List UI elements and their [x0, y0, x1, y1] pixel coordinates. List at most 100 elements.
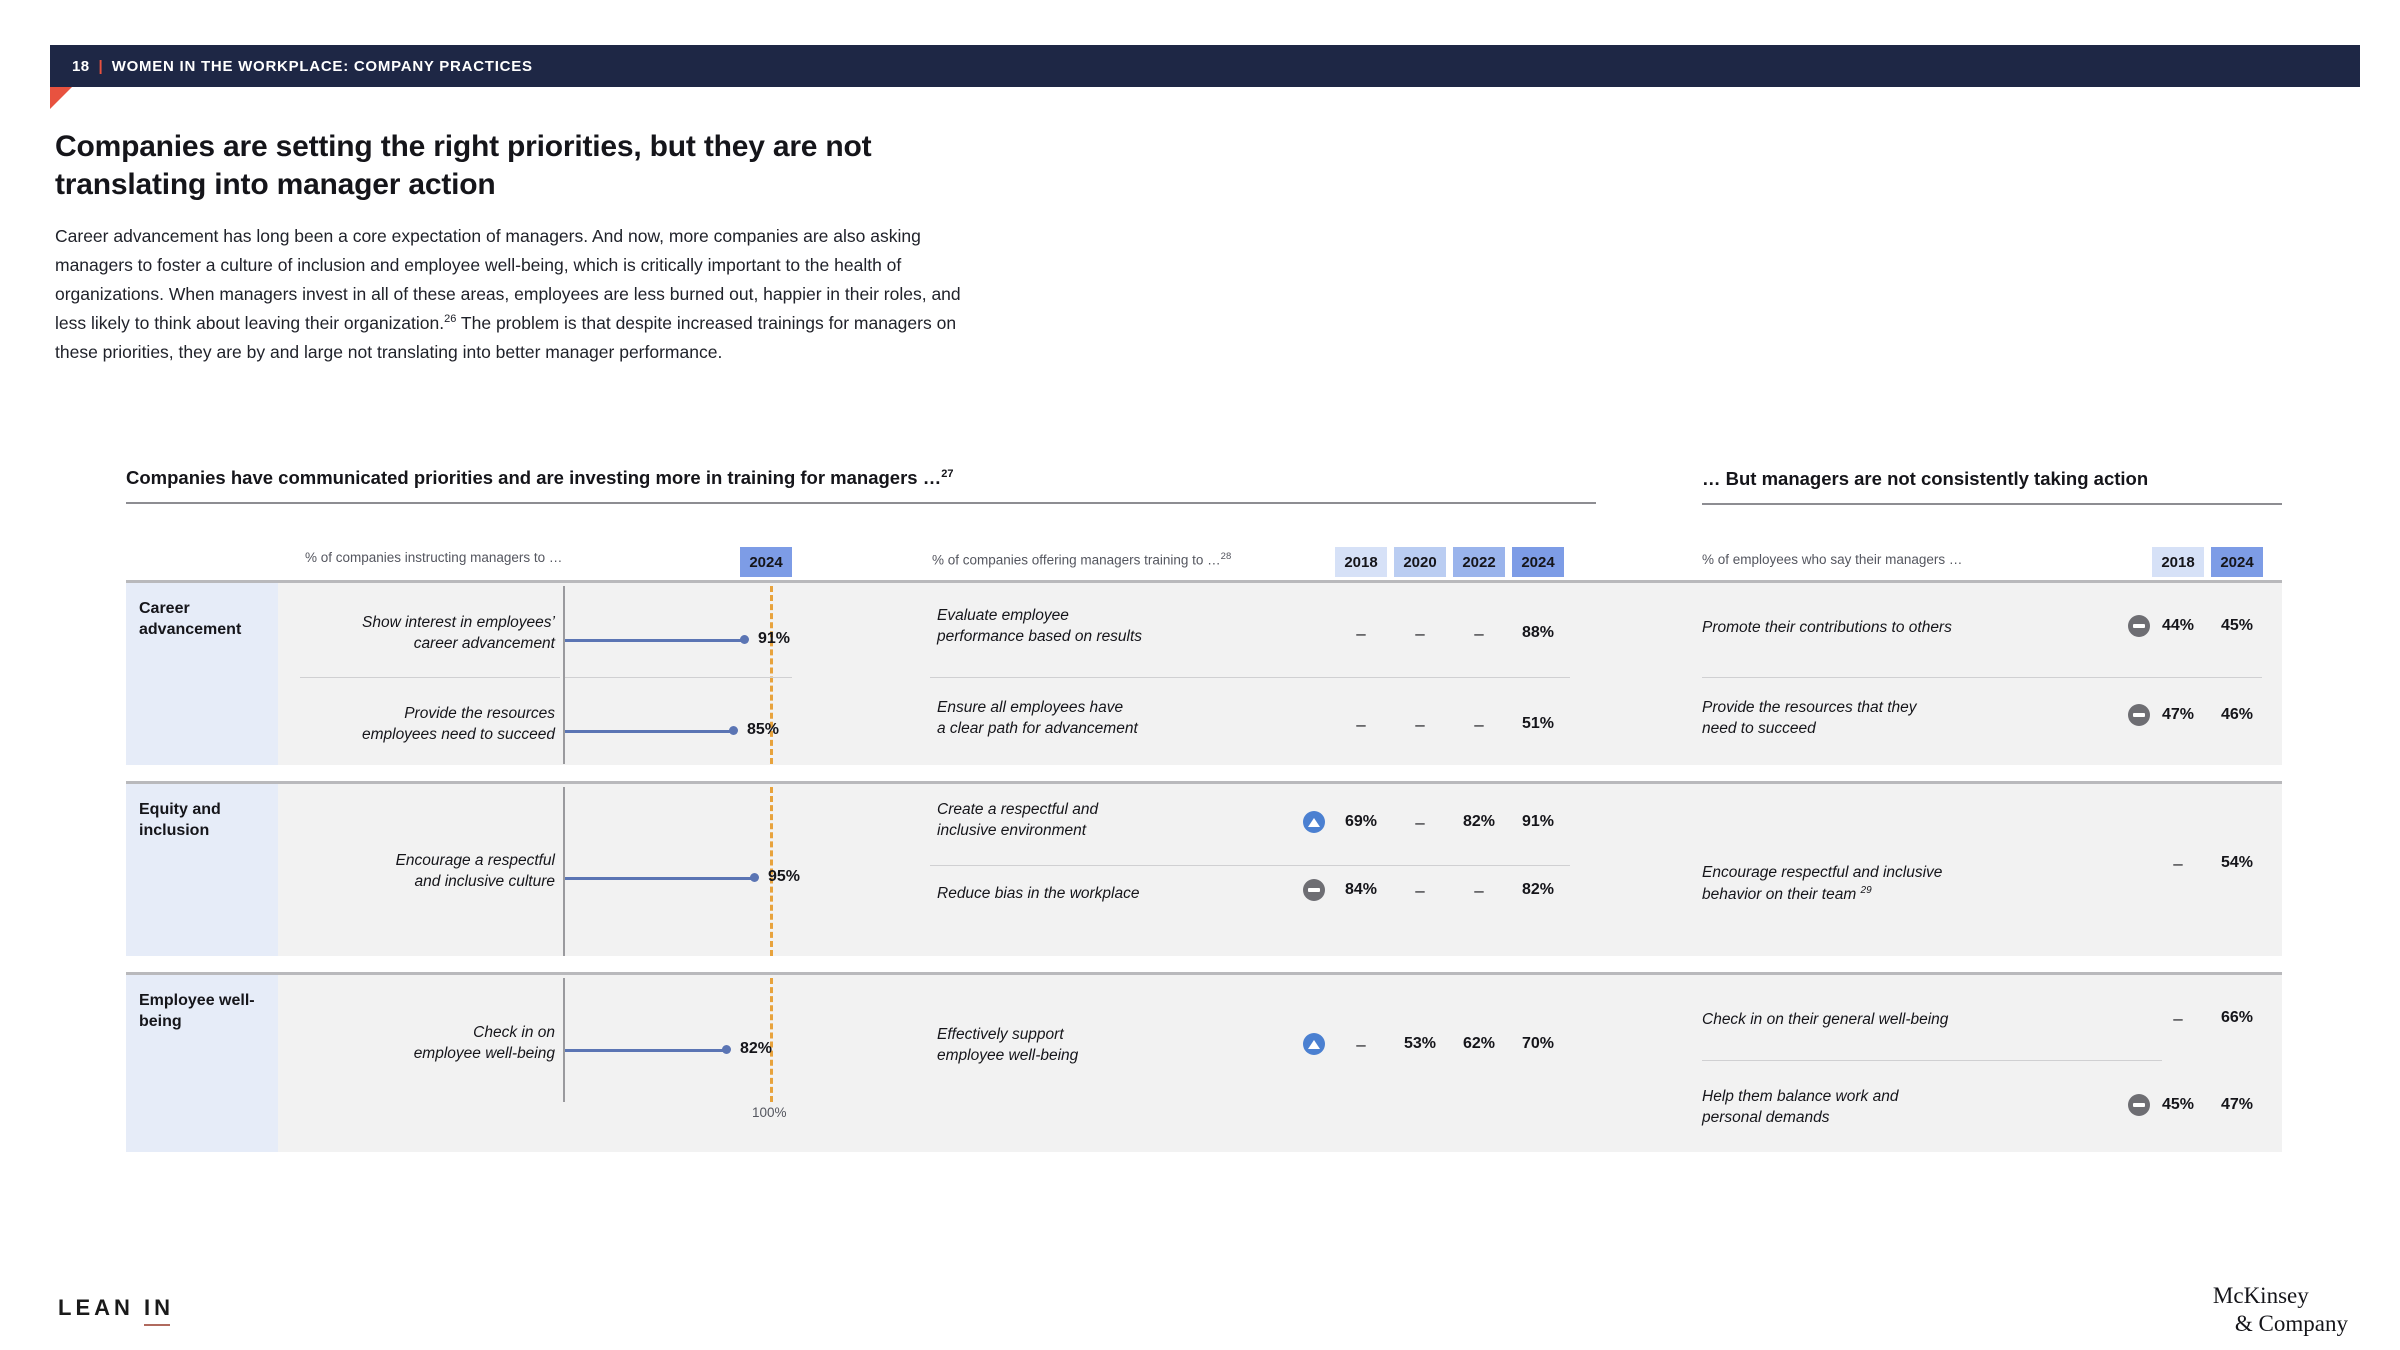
training-label-2: Ensure all employees have a clear path f…: [937, 698, 1257, 740]
training-value-2-2024: 51%: [1512, 715, 1564, 733]
chart-axis-line-3: [563, 978, 565, 1102]
left-section-title: Companies have communicated priorities a…: [126, 467, 953, 489]
right-section-title: … But managers are not consistently taki…: [1702, 468, 2148, 490]
right-section-rule: [1702, 503, 2282, 505]
bar-endpoint-1: [740, 635, 749, 644]
training-value-5-2024: 70%: [1512, 1035, 1564, 1053]
year-badge-training-2018: 2018: [1335, 547, 1387, 577]
action-label-2: Provide the resources that they need to …: [1702, 698, 2132, 740]
action-value-3-2018: –: [2152, 854, 2204, 874]
bar-endpoint-2: [729, 726, 738, 735]
action-value-4-2024: 66%: [2211, 1009, 2263, 1027]
training-value-1-2024: 88%: [1512, 624, 1564, 642]
row-divider-mid-2: [930, 865, 1570, 866]
training-value-2-2020: –: [1394, 715, 1446, 735]
training-value-5-2020: 53%: [1394, 1035, 1446, 1053]
mckinsey-logo: McKinsey & Company: [2213, 1282, 2348, 1338]
reference-line-label: 100%: [752, 1105, 787, 1120]
category-label-text: Career advancement: [139, 599, 269, 641]
instructing-label-1: Show interest in employees’ career advan…: [300, 613, 555, 655]
bar-2: [565, 730, 733, 733]
training-value-3-2022: 82%: [1453, 813, 1505, 831]
action-label-3-text: Encourage respectful and inclusive behav…: [1702, 864, 1942, 903]
trend-indicator-flat-icon-a5: [2128, 1094, 2150, 1116]
training-value-4-2018: 84%: [1335, 881, 1387, 899]
action-value-3-2024: 54%: [2211, 854, 2263, 872]
left-section-title-text: Companies have communicated priorities a…: [126, 467, 941, 488]
training-value-2-2018: –: [1335, 715, 1387, 735]
year-badge-training-2020: 2020: [1394, 547, 1446, 577]
chart-axis-line-1: [563, 586, 565, 764]
instructing-caption: % of companies instructing managers to …: [305, 550, 562, 565]
left-section-title-footnote: 27: [941, 468, 953, 480]
manager-action-caption: % of employees who say their managers …: [1702, 552, 1962, 567]
instructing-label-2: Provide the resources employees need to …: [300, 704, 555, 746]
mckinsey-logo-line2: & Company: [2213, 1310, 2348, 1338]
training-label-4: Reduce bias in the workplace: [937, 884, 1257, 905]
action-value-4-2018: –: [2152, 1009, 2204, 1029]
mckinsey-logo-line1: McKinsey: [2213, 1283, 2309, 1308]
training-value-1-2022: –: [1453, 624, 1505, 644]
training-value-3-2020: –: [1394, 813, 1446, 833]
category-label-text: Equity and inclusion: [139, 800, 269, 842]
training-label-1: Evaluate employee performance based on r…: [937, 606, 1257, 648]
action-value-2-2024: 46%: [2211, 706, 2263, 724]
trend-indicator-flat-icon-a2: [2128, 704, 2150, 726]
instructing-label-3: Encourage a respectful and inclusive cul…: [300, 851, 555, 893]
bar-endpoint-4: [722, 1045, 731, 1054]
category-label-text: Employee well-being: [139, 991, 269, 1033]
action-label-3: Encourage respectful and inclusive behav…: [1702, 842, 2132, 906]
category-label-equity-inclusion: Equity and inclusion: [126, 781, 278, 956]
action-label-4: Check in on their general well-being: [1702, 1010, 2132, 1031]
leanin-logo: LEAN IN: [58, 1295, 174, 1321]
chart-axis-line-2: [563, 787, 565, 956]
training-label-3: Create a respectful and inclusive enviro…: [937, 800, 1257, 842]
action-value-5-2018: 45%: [2152, 1096, 2204, 1114]
bar-value-1: 91%: [758, 630, 790, 648]
trend-indicator-up-icon-t3: [1303, 811, 1325, 833]
left-section-rule: [126, 502, 1596, 504]
action-label-1: Promote their contributions to others: [1702, 618, 2132, 639]
training-value-5-2018: –: [1335, 1035, 1387, 1055]
bar-endpoint-3: [750, 873, 759, 882]
trend-indicator-flat-icon-t4: [1303, 879, 1325, 901]
training-value-3-2024: 91%: [1512, 813, 1564, 831]
bar-1: [565, 639, 744, 642]
training-value-2-2022: –: [1453, 715, 1505, 735]
row-divider-left-1: [300, 677, 560, 678]
row-divider-left-1b: [565, 677, 792, 678]
year-badge-training-2024: 2024: [1512, 547, 1564, 577]
action-value-1-2018: 44%: [2152, 617, 2204, 635]
category-label-employee-wellbeing: Employee well-being: [126, 972, 278, 1152]
category-label-career-advancement: Career advancement: [126, 580, 278, 765]
training-value-4-2020: –: [1394, 881, 1446, 901]
instructing-label-4: Check in on employee well-being: [300, 1023, 555, 1065]
trend-indicator-up-icon-t5: [1303, 1033, 1325, 1055]
year-badge-chart-2024: 2024: [740, 547, 792, 577]
training-caption-text: % of companies offering managers trainin…: [932, 553, 1221, 568]
exhibit-container: Companies have communicated priorities a…: [0, 0, 2400, 1350]
year-badge-training-2022: 2022: [1453, 547, 1505, 577]
training-value-1-2018: –: [1335, 624, 1387, 644]
training-value-1-2020: –: [1394, 624, 1446, 644]
bar-value-3: 95%: [768, 868, 800, 886]
training-label-5: Effectively support employee well-being: [937, 1025, 1257, 1067]
bar-value-4: 82%: [740, 1040, 772, 1058]
trend-indicator-flat-icon-a1: [2128, 615, 2150, 637]
training-caption-footnote: 28: [1221, 551, 1232, 562]
action-value-1-2024: 45%: [2211, 617, 2263, 635]
training-value-4-2022: –: [1453, 881, 1505, 901]
action-label-5: Help them balance work and personal dema…: [1702, 1087, 2132, 1129]
row-divider-right-1: [1702, 677, 2262, 678]
year-badge-action-2018: 2018: [2152, 547, 2204, 577]
bar-3: [565, 877, 754, 880]
bar-value-2: 85%: [747, 721, 779, 739]
training-caption: % of companies offering managers trainin…: [932, 551, 1231, 568]
action-value-5-2024: 47%: [2211, 1096, 2263, 1114]
leanin-logo-in: IN: [144, 1295, 174, 1320]
row-divider-right-3: [1702, 1060, 2162, 1061]
training-value-4-2024: 82%: [1512, 881, 1564, 899]
training-value-3-2018: 69%: [1335, 813, 1387, 831]
leanin-logo-lean: LEAN: [58, 1295, 144, 1320]
bar-4: [565, 1049, 726, 1052]
